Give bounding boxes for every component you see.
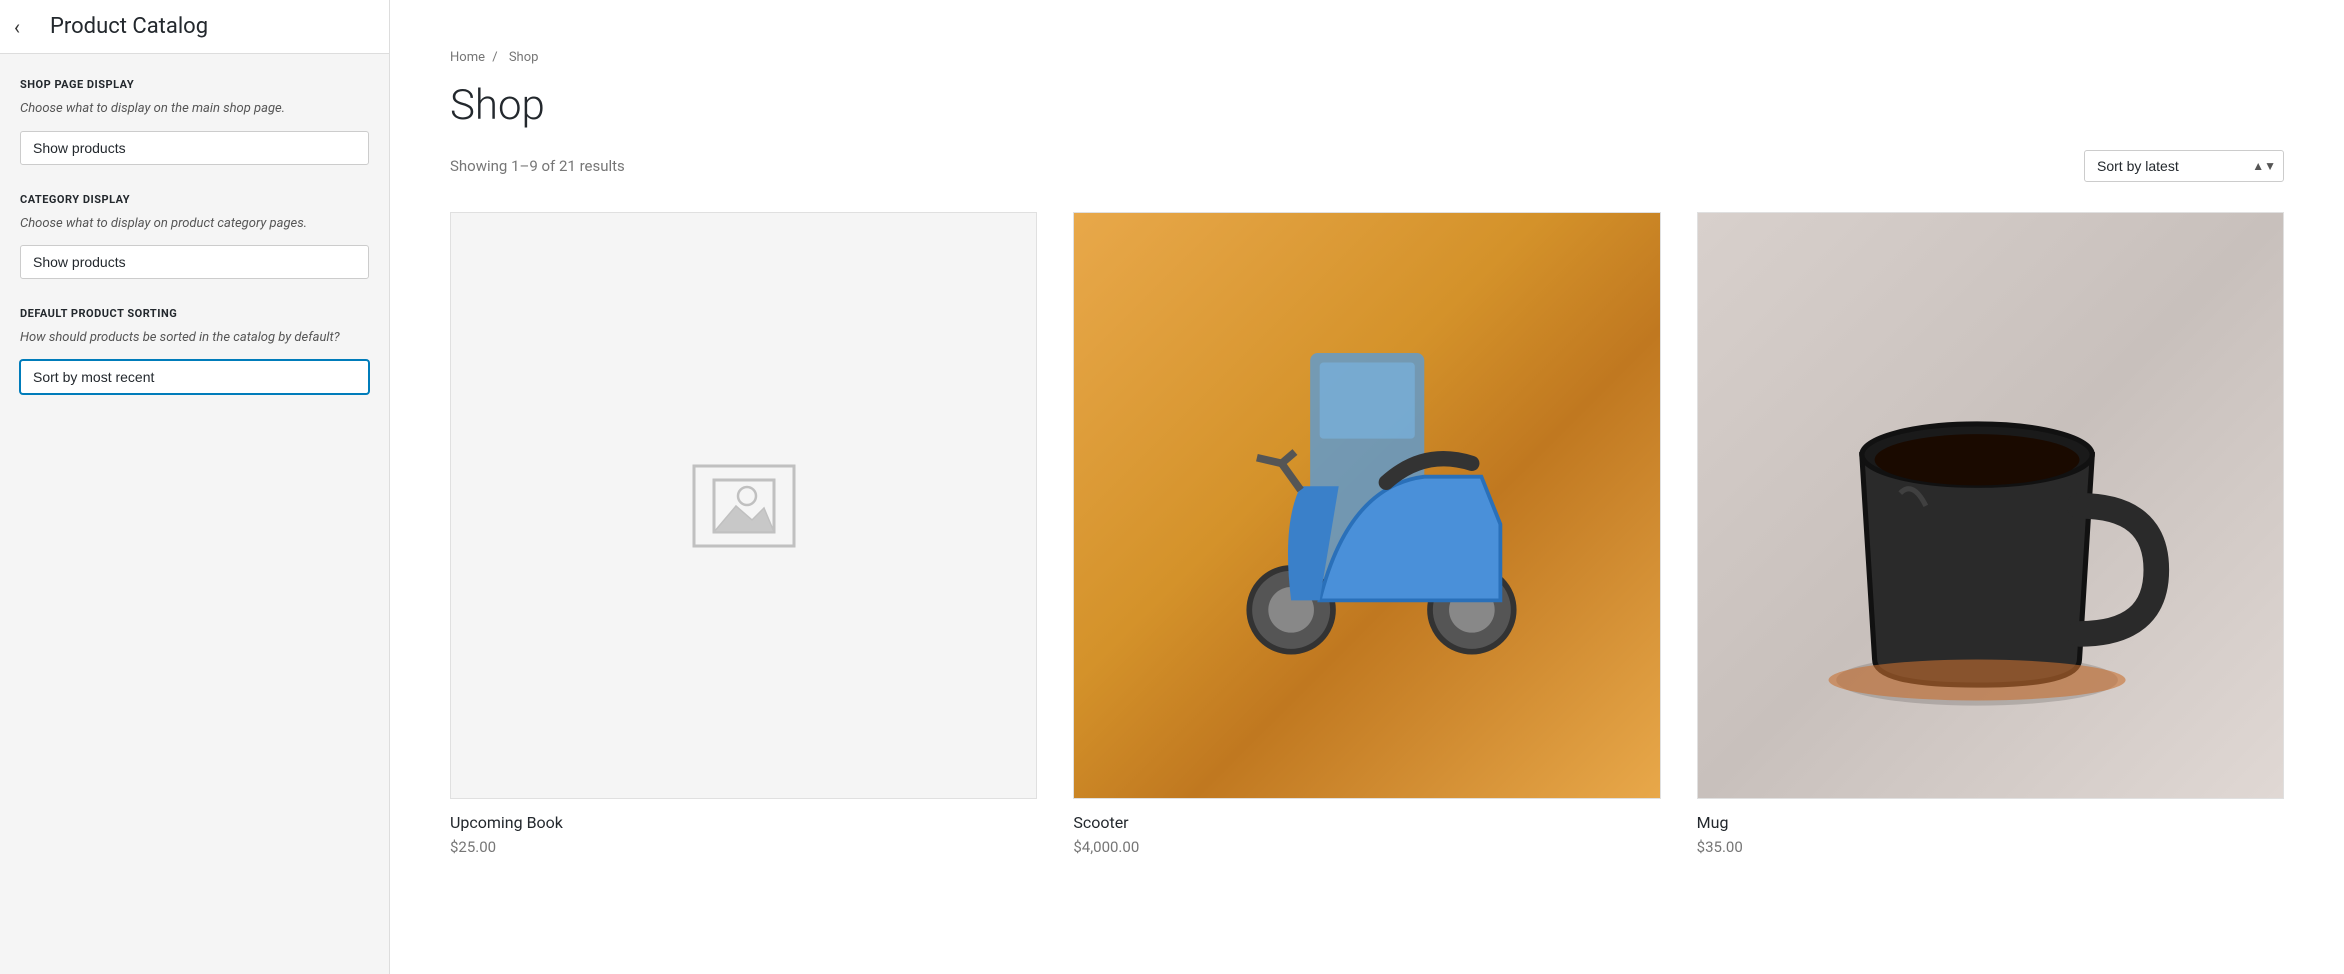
breadcrumb-separator: /	[492, 50, 497, 65]
sort-select[interactable]: Sort by latest Sort by popularity Sort b…	[2084, 150, 2284, 182]
sidebar-header: ‹ Product Catalog	[0, 0, 389, 54]
breadcrumb-current: Shop	[509, 50, 539, 65]
product-price: $4,000.00	[1073, 838, 1660, 856]
default-sorting-description: How should products be sorted in the cat…	[20, 328, 369, 348]
breadcrumb-home[interactable]: Home	[450, 50, 485, 65]
sidebar-title: Product Catalog	[50, 14, 208, 39]
product-image-scooter	[1073, 212, 1660, 799]
category-display-label: CATEGORY DISPLAY	[20, 193, 369, 206]
main-content: Home / Shop Shop Showing 1–9 of 21 resul…	[390, 0, 2344, 974]
product-name: Upcoming Book	[450, 813, 1037, 832]
product-image-mug	[1697, 212, 2284, 799]
shop-page-display-description: Choose what to display on the main shop …	[20, 99, 369, 119]
back-arrow-icon[interactable]: ‹	[14, 15, 20, 39]
shop-meta: Showing 1–9 of 21 results Sort by latest…	[450, 150, 2284, 182]
default-sorting-wrapper: Sort by most recent Sort by popularity S…	[20, 360, 369, 394]
category-display-section: CATEGORY DISPLAY Choose what to display …	[20, 193, 369, 280]
default-sorting-label: DEFAULT PRODUCT SORTING	[20, 307, 369, 320]
shop-page-display-wrapper: Show products Show categories Show categ…	[20, 131, 369, 165]
scooter-background	[1074, 213, 1659, 798]
shop-page-display-section: SHOP PAGE DISPLAY Choose what to display…	[20, 78, 369, 165]
shop-page-display-label: SHOP PAGE DISPLAY	[20, 78, 369, 91]
category-display-description: Choose what to display on product catego…	[20, 214, 369, 234]
category-display-wrapper: Show products Show subcategories Show su…	[20, 245, 369, 279]
product-grid: Upcoming Book $25.00	[450, 212, 2284, 856]
product-card[interactable]: Upcoming Book $25.00	[450, 212, 1037, 856]
product-price: $35.00	[1697, 838, 2284, 856]
shop-page-display-select[interactable]: Show products Show categories Show categ…	[20, 131, 369, 165]
product-price: $25.00	[450, 838, 1037, 856]
product-name: Mug	[1697, 813, 2284, 832]
category-display-select[interactable]: Show products Show subcategories Show su…	[20, 245, 369, 279]
product-card[interactable]: Mug $35.00	[1697, 212, 2284, 856]
product-card[interactable]: Scooter $4,000.00	[1073, 212, 1660, 856]
placeholder-image	[451, 213, 1036, 798]
result-count: Showing 1–9 of 21 results	[450, 157, 625, 175]
default-sorting-select[interactable]: Sort by most recent Sort by popularity S…	[20, 360, 369, 394]
sidebar: ‹ Product Catalog SHOP PAGE DISPLAY Choo…	[0, 0, 390, 974]
sidebar-content: SHOP PAGE DISPLAY Choose what to display…	[0, 54, 389, 974]
product-image-upcoming-book	[450, 212, 1037, 799]
shop-page-title: Shop	[450, 81, 2284, 130]
breadcrumb: Home / Shop	[450, 50, 2284, 65]
product-name: Scooter	[1073, 813, 1660, 832]
default-sorting-section: DEFAULT PRODUCT SORTING How should produ…	[20, 307, 369, 394]
sort-select-wrapper: Sort by latest Sort by popularity Sort b…	[2084, 150, 2284, 182]
mug-background	[1698, 213, 2283, 798]
